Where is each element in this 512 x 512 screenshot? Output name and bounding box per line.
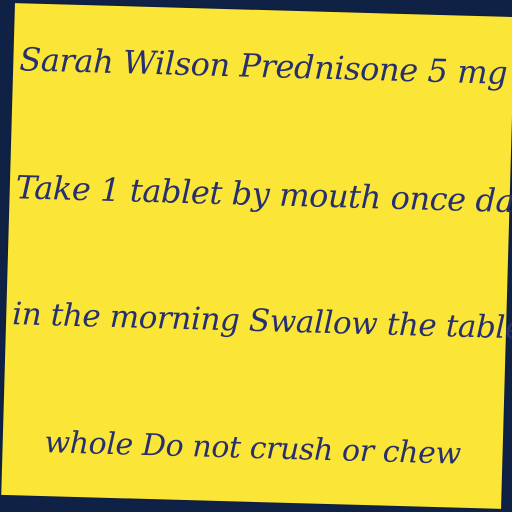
note-line-dosage: Take 1 tablet by mouth once daily	[15, 168, 512, 222]
photo-background: Sarah Wilson Prednisone 5 mg Take 1 tabl…	[0, 0, 512, 512]
note-line-timing: in the morning Swallow the tablet	[11, 296, 512, 347]
note-line-patient-medication: Sarah Wilson Prednisone 5 mg	[18, 40, 508, 92]
note-line-instruction: whole Do not crush or chew	[44, 425, 462, 472]
sticky-note: Sarah Wilson Prednisone 5 mg Take 1 tabl…	[1, 3, 512, 509]
